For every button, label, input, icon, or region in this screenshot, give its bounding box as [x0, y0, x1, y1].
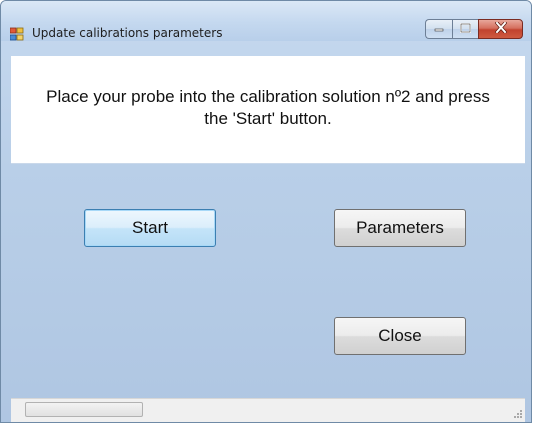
- maximize-icon: [460, 20, 471, 38]
- close-icon: [494, 20, 507, 38]
- close-button[interactable]: Close: [334, 317, 466, 355]
- message-panel: Place your probe into the calibration so…: [11, 56, 525, 164]
- start-button[interactable]: Start: [84, 209, 216, 247]
- minimize-icon: [434, 20, 444, 38]
- app-window-icon: [9, 27, 24, 41]
- maximize-button[interactable]: [452, 19, 478, 39]
- resize-grip-icon[interactable]: [511, 408, 523, 420]
- status-bar: [11, 398, 525, 422]
- instruction-line-1: Place your probe into the calibration so…: [46, 87, 490, 106]
- parameters-button[interactable]: Parameters: [334, 209, 466, 247]
- minimize-button[interactable]: [425, 19, 452, 39]
- title-bar[interactable]: Update calibrations parameters: [1, 1, 531, 41]
- caption-buttons: [425, 19, 523, 41]
- instruction-line-2: the 'Start' button.: [204, 109, 332, 128]
- dialog-window: Update calibrations parameters Place you…: [0, 0, 532, 423]
- instruction-message: Place your probe into the calibration so…: [11, 86, 525, 130]
- window-title: Update calibrations parameters: [32, 26, 223, 40]
- close-window-button[interactable]: [478, 19, 523, 39]
- progress-bar: [25, 402, 143, 417]
